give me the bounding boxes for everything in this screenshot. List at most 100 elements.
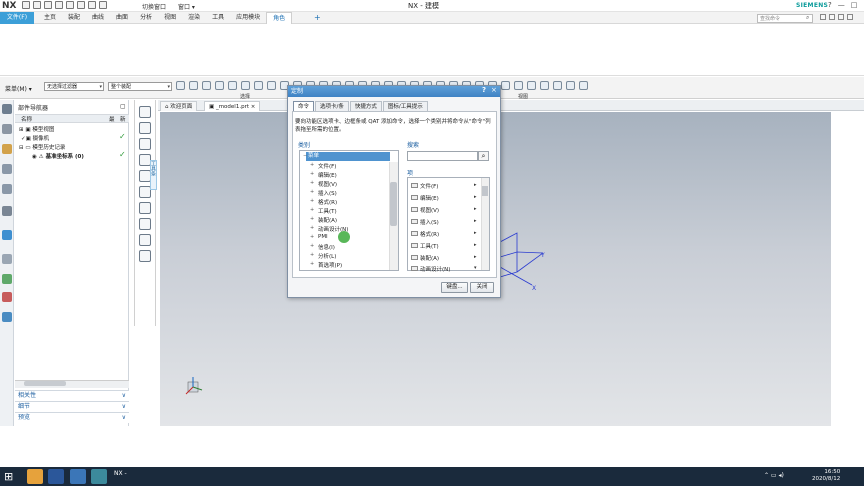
ribbon-option-icon[interactable] xyxy=(838,14,844,20)
category-item[interactable]: 信息(I) xyxy=(318,243,335,251)
snap-icon[interactable] xyxy=(202,81,211,90)
add-tab-icon[interactable]: + xyxy=(314,13,321,22)
expand-icon[interactable]: + xyxy=(310,243,314,249)
sketch-icon[interactable] xyxy=(139,106,151,118)
expand-icon[interactable]: + xyxy=(310,162,314,168)
photos-icon[interactable] xyxy=(70,469,86,484)
history-icon[interactable] xyxy=(2,254,12,264)
view-tool-icon[interactable] xyxy=(553,81,562,90)
ribbon-option-icon[interactable] xyxy=(847,14,853,20)
command-item[interactable]: 文件(F) xyxy=(420,182,438,190)
help-icon[interactable]: ? xyxy=(482,86,486,94)
tab-model-file[interactable]: ▣ _model1.prt × xyxy=(204,101,261,111)
expand-icon[interactable]: + xyxy=(310,252,314,258)
category-item[interactable]: 插入(S) xyxy=(318,189,337,197)
category-item[interactable]: 首选项(P) xyxy=(318,261,342,269)
category-item[interactable]: 格式(R) xyxy=(318,198,337,206)
panel-details[interactable]: 细节 ∨ xyxy=(15,401,129,412)
search-icon[interactable]: ⌕ xyxy=(806,14,809,22)
system-tray[interactable]: ⌃ ▭ ◂) xyxy=(764,472,784,479)
tab-shortcuts[interactable]: 快捷方式 xyxy=(349,101,382,111)
command-item[interactable]: 格式(R) xyxy=(420,230,439,238)
category-item[interactable]: 工具(T) xyxy=(318,207,337,215)
restore-icon[interactable]: ▢ xyxy=(120,103,126,110)
column-flag[interactable]: 新 xyxy=(120,115,126,123)
panel-dependencies[interactable]: 相关性 ∨ xyxy=(15,390,129,401)
taskbar-clock[interactable]: 16:50 2020/8/12 xyxy=(812,469,840,483)
command-item[interactable]: 工具(T) xyxy=(420,242,439,250)
selection-scope-select[interactable]: 整个装配 ▾ xyxy=(108,82,172,91)
keyboard-button[interactable]: 键盘... xyxy=(441,282,468,293)
blend-icon[interactable] xyxy=(139,218,151,230)
snap-icon[interactable] xyxy=(176,81,185,90)
tab-analysis[interactable]: 分析 xyxy=(134,12,158,24)
part-navigator-icon[interactable] xyxy=(2,144,12,154)
view-tool-icon[interactable] xyxy=(566,81,575,90)
type-filter-select[interactable]: 无选择过滤器 ▾ xyxy=(44,82,104,91)
category-item[interactable]: 装配(A) xyxy=(318,216,337,224)
tab-tools[interactable]: 工具 xyxy=(206,12,230,24)
tab-curve[interactable]: 曲线 xyxy=(86,12,110,24)
switch-window-button[interactable]: 切换窗口 xyxy=(142,2,166,11)
category-item[interactable]: 分析(L) xyxy=(318,252,336,260)
expand-icon[interactable]: + xyxy=(310,261,314,267)
feature-icon[interactable] xyxy=(139,234,151,246)
touch-mode-icon[interactable] xyxy=(99,1,107,9)
tree-item-cameras[interactable]: ✓▣ 摄像机 xyxy=(21,134,49,142)
repeat-command-icon[interactable] xyxy=(88,1,96,9)
tab-role[interactable]: 角色 xyxy=(266,12,293,24)
command-search-input[interactable]: 查找命令 xyxy=(757,14,813,23)
vertical-toolbar-tab[interactable]: 工具条 xyxy=(150,160,157,190)
expand-icon[interactable]: + xyxy=(310,198,314,204)
expand-icon[interactable]: + xyxy=(310,234,314,240)
command-item[interactable]: 编辑(E) xyxy=(420,194,439,202)
cut-icon[interactable] xyxy=(55,1,63,9)
tab-icons-tooltips[interactable]: 图标/工具提示 xyxy=(382,101,428,111)
nx-app-icon[interactable] xyxy=(91,469,107,484)
constraint-navigator-icon[interactable] xyxy=(2,164,12,174)
tab-assembly[interactable]: 装配 xyxy=(62,12,86,24)
help-icon[interactable]: ? xyxy=(828,1,832,9)
word-icon[interactable] xyxy=(48,469,64,484)
redo-icon[interactable] xyxy=(44,1,52,9)
hd3d-icon[interactable] xyxy=(2,206,12,216)
expand-icon[interactable]: + xyxy=(310,207,314,213)
snap-icon[interactable] xyxy=(215,81,224,90)
web-browser-icon[interactable] xyxy=(2,230,12,240)
scrollbar-thumb[interactable] xyxy=(482,186,488,196)
snap-icon[interactable] xyxy=(189,81,198,90)
command-item[interactable]: 视图(V) xyxy=(420,206,439,214)
close-icon[interactable]: × xyxy=(251,104,256,110)
category-item[interactable]: 文件(F) xyxy=(318,162,336,170)
camera-icon[interactable] xyxy=(139,138,151,150)
category-item[interactable]: 编辑(E) xyxy=(318,171,337,179)
save-icon[interactable] xyxy=(22,1,30,9)
tab-tabs-bars[interactable]: 选项卡/条 xyxy=(315,101,349,111)
panel-preview[interactable]: 预览 ∨ xyxy=(15,412,129,423)
minimize-icon[interactable]: — xyxy=(838,1,845,9)
tree-item-datum-csys[interactable]: ◉ ⚠ 基准坐标系 (0) xyxy=(32,152,84,160)
command-item[interactable]: 装配(A) xyxy=(420,254,439,262)
expand-icon[interactable]: + xyxy=(310,171,314,177)
paste-icon[interactable] xyxy=(77,1,85,9)
command-item[interactable]: 插入(S) xyxy=(420,218,439,226)
settings-icon[interactable] xyxy=(2,104,12,114)
expand-icon[interactable]: + xyxy=(310,216,314,222)
tab-surface[interactable]: 曲面 xyxy=(110,12,134,24)
expand-icon[interactable]: + xyxy=(310,225,314,231)
snap-icon[interactable] xyxy=(267,81,276,90)
scrollbar-thumb[interactable] xyxy=(24,381,66,386)
view-tool-icon[interactable] xyxy=(501,81,510,90)
explorer-icon[interactable] xyxy=(27,469,43,484)
windows-start-icon[interactable]: ⊞ xyxy=(4,470,13,483)
view-tool-icon[interactable] xyxy=(527,81,536,90)
command-search-field[interactable] xyxy=(407,151,478,161)
view-tool-icon[interactable] xyxy=(579,81,588,90)
tree-item-model-history[interactable]: ⊟ ▭ 模型历史记录 xyxy=(19,143,65,151)
search-icon[interactable]: ⌕ xyxy=(478,151,489,161)
snap-icon[interactable] xyxy=(241,81,250,90)
snap-icon[interactable] xyxy=(228,81,237,90)
file-menu-button[interactable]: 文件(F) xyxy=(0,12,34,24)
column-latest[interactable]: 最 xyxy=(109,115,115,123)
close-button[interactable]: 关闭 xyxy=(470,282,494,293)
